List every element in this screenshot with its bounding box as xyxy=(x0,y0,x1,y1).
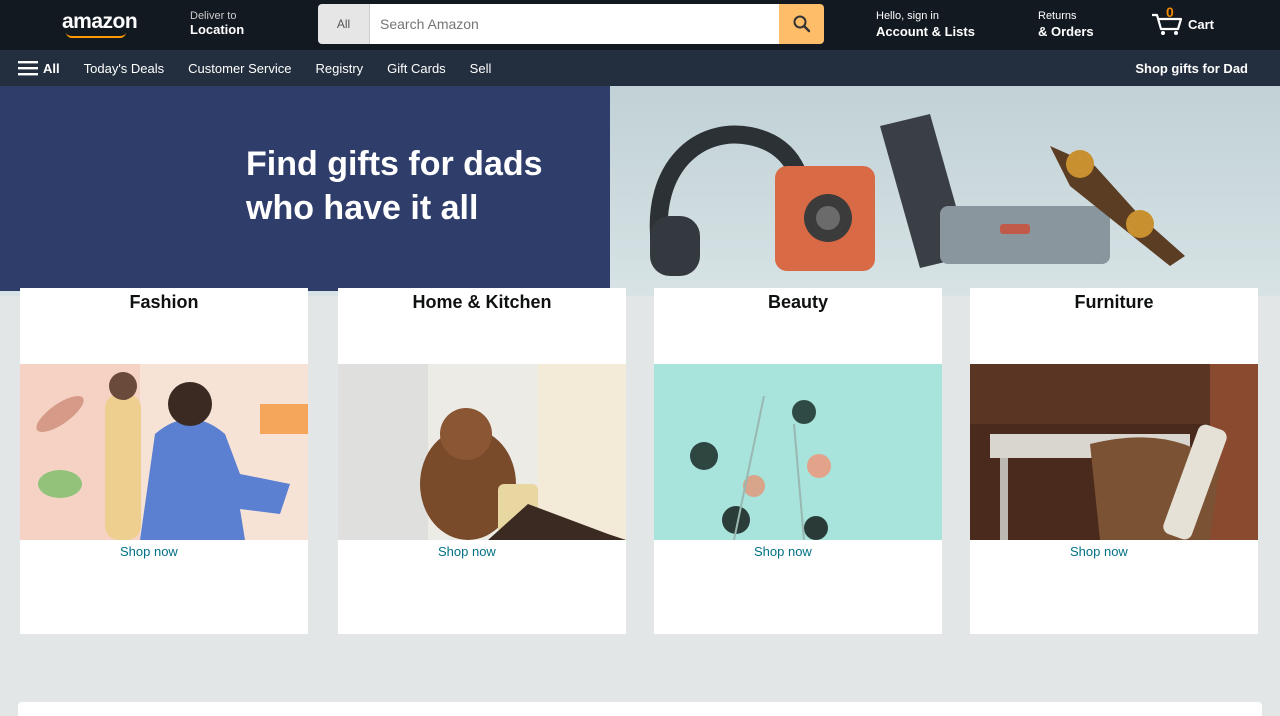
card-title: Beauty xyxy=(767,292,829,312)
bottom-row-strip xyxy=(18,702,1262,716)
search-input[interactable] xyxy=(370,4,779,44)
card-link[interactable]: Shop now xyxy=(438,544,496,559)
top-nav: amazon Deliver to Location All Hello, si… xyxy=(0,0,1280,50)
hero-title: Find gifts for dads who have it all xyxy=(246,145,543,227)
logo-smile-icon xyxy=(66,32,126,38)
category-card[interactable]: Beauty Shop now xyxy=(654,288,942,634)
returns-orders[interactable]: Returns & Orders xyxy=(1038,10,1094,40)
hero-banner[interactable]: Find gifts for dads who have it all xyxy=(0,86,1280,296)
sub-nav: All Today's Deals Customer Service Regis… xyxy=(0,50,1280,86)
amazon-logo[interactable]: amazon xyxy=(62,10,140,38)
hero-products-image xyxy=(649,114,1185,276)
subnav-item[interactable]: Sell xyxy=(458,61,504,76)
card-link[interactable]: Shop now xyxy=(120,544,178,559)
logo-text: amazon xyxy=(62,10,138,33)
account-line1: Hello, sign in xyxy=(876,10,939,22)
card-link[interactable]: Shop now xyxy=(754,544,812,559)
returns-line1: Returns xyxy=(1038,10,1077,22)
card-image xyxy=(654,364,942,540)
subnav-promo-link[interactable]: Shop gifts for Dad xyxy=(1123,61,1260,76)
category-card[interactable]: Fashion Shop now xyxy=(20,288,308,634)
search-category-select[interactable]: All xyxy=(318,4,370,44)
account-line2: Account & Lists xyxy=(876,23,975,39)
category-card[interactable]: Furniture Shop now xyxy=(970,288,1258,634)
category-card[interactable]: Home & Kitchen Shop now xyxy=(338,288,626,634)
subnav-item[interactable]: Registry xyxy=(303,61,375,76)
subnav-item[interactable]: Today's Deals xyxy=(72,61,177,76)
hamburger-icon xyxy=(18,61,38,76)
card-image xyxy=(338,364,626,540)
subnav-item[interactable]: Gift Cards xyxy=(375,61,458,76)
returns-line2: & Orders xyxy=(1038,23,1094,39)
subnav-item[interactable]: Customer Service xyxy=(176,61,303,76)
card-title: Home & Kitchen xyxy=(412,292,552,312)
cart-label: Cart xyxy=(1188,16,1215,32)
all-menu-label: All xyxy=(43,60,60,76)
card-image xyxy=(970,364,1258,540)
search-icon xyxy=(793,15,810,33)
deliver-line1: Deliver to xyxy=(190,10,237,22)
all-menu-button[interactable]: All xyxy=(0,60,72,76)
deliver-to[interactable]: Deliver to Location xyxy=(190,10,270,42)
account-lists[interactable]: Hello, sign in Account & Lists xyxy=(876,10,975,40)
hero-text-panel: Find gifts for dads who have it all xyxy=(0,86,610,291)
cart-button[interactable]: 0 Cart xyxy=(1150,4,1230,42)
card-title: Fashion xyxy=(129,292,199,312)
search-bar: All xyxy=(318,4,824,44)
card-image xyxy=(20,364,308,540)
cart-count: 0 xyxy=(1166,4,1174,20)
search-button[interactable] xyxy=(779,4,824,44)
card-link[interactable]: Shop now xyxy=(1070,544,1128,559)
card-title: Furniture xyxy=(1074,292,1154,312)
deliver-line2: Location xyxy=(190,22,245,37)
